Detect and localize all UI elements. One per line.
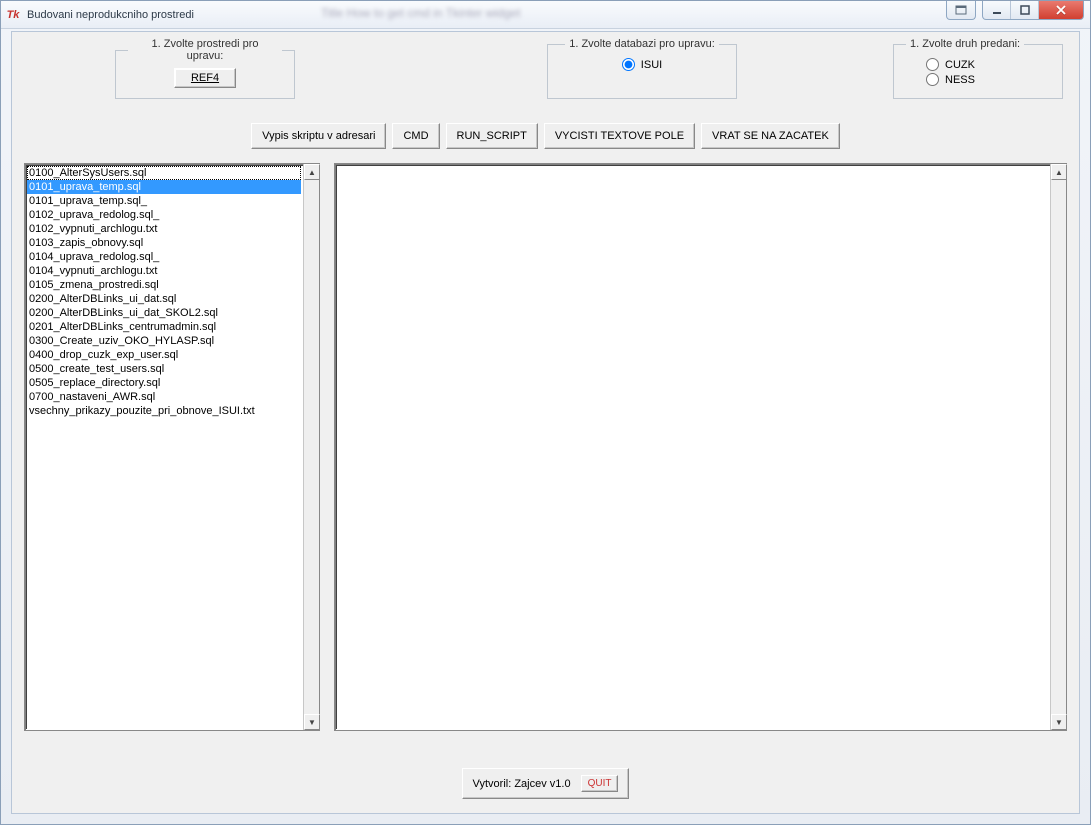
- list-item[interactable]: 0103_zapis_obnovy.sql: [27, 236, 301, 250]
- radio-isui[interactable]: [622, 58, 635, 71]
- list-item[interactable]: 0505_replace_directory.sql: [27, 376, 301, 390]
- footer: Vytvoril: Zajcev v1.0 QUIT: [12, 768, 1079, 799]
- scroll-down-icon[interactable]: ▼: [304, 714, 320, 730]
- toolbar-extra-button[interactable]: [947, 1, 975, 19]
- quit-button[interactable]: QUIT: [581, 775, 619, 792]
- main-panels: 0100_AlterSysUsers.sql0101_uprava_temp.s…: [12, 149, 1079, 739]
- list-item[interactable]: 0102_uprava_redolog.sql_: [27, 208, 301, 222]
- radio-isui-label: ISUI: [641, 59, 662, 71]
- maximize-button[interactable]: [1011, 1, 1039, 19]
- clear-text-button[interactable]: VYCISTI TEXTOVE POLE: [544, 123, 695, 149]
- top-groups-row: 1. Zvolte prostredi pro upravu: REF4 1. …: [12, 32, 1079, 99]
- ref4-button[interactable]: REF4: [174, 68, 236, 88]
- tk-icon: Tk: [5, 7, 21, 23]
- list-item[interactable]: vsechny_prikazy_pouzite_pri_obnove_ISUI.…: [27, 404, 301, 418]
- scroll-down-icon[interactable]: ▼: [1051, 714, 1067, 730]
- minimize-button[interactable]: [983, 1, 1011, 19]
- titlebar[interactable]: Tk Budovani neprodukcniho prostredi Titl…: [1, 1, 1090, 29]
- script-listbox[interactable]: 0100_AlterSysUsers.sql0101_uprava_temp.s…: [24, 163, 320, 731]
- list-item[interactable]: 0104_vypnuti_archlogu.txt: [27, 264, 301, 278]
- list-item[interactable]: 0201_AlterDBLinks_centrumadmin.sql: [27, 320, 301, 334]
- group-predani-legend: 1. Zvolte druh predani:: [906, 38, 1024, 50]
- toolbar: Vypis skriptu v adresari CMD RUN_SCRIPT …: [12, 123, 1079, 149]
- list-item[interactable]: 0101_uprava_temp.sql: [27, 180, 301, 194]
- group-database: 1. Zvolte databazi pro upravu: ISUI: [547, 38, 737, 99]
- credit-label: Vytvoril: Zajcev v1.0: [473, 778, 571, 790]
- cmd-button[interactable]: CMD: [392, 123, 439, 149]
- group-database-legend: 1. Zvolte databazi pro upravu:: [565, 38, 719, 50]
- list-item[interactable]: 0104_uprava_redolog.sql_: [27, 250, 301, 264]
- radio-cuzk-label: CUZK: [945, 59, 975, 71]
- close-button[interactable]: [1039, 1, 1083, 19]
- list-item[interactable]: 0101_uprava_temp.sql_: [27, 194, 301, 208]
- listbox-scrollbar[interactable]: ▲ ▼: [303, 164, 319, 730]
- list-item[interactable]: 0700_nastaveni_AWR.sql: [27, 390, 301, 404]
- scroll-up-icon[interactable]: ▲: [304, 164, 320, 180]
- list-item[interactable]: 0200_AlterDBLinks_ui_dat_SKOL2.sql: [27, 306, 301, 320]
- group-prostredi: 1. Zvolte prostredi pro upravu: REF4: [115, 38, 295, 99]
- run-script-button[interactable]: RUN_SCRIPT: [446, 123, 538, 149]
- radio-cuzk[interactable]: [926, 58, 939, 71]
- window-controls: [946, 1, 1090, 20]
- list-item[interactable]: 0100_AlterSysUsers.sql: [27, 166, 301, 180]
- background-window-title: Title How to get cmd in Tkinter widget: [321, 6, 520, 20]
- scroll-up-icon[interactable]: ▲: [1051, 164, 1067, 180]
- output-textbox[interactable]: ▲ ▼: [334, 163, 1067, 731]
- list-item[interactable]: 0400_drop_cuzk_exp_user.sql: [27, 348, 301, 362]
- group-prostredi-legend: 1. Zvolte prostredi pro upravu:: [128, 38, 282, 62]
- output-text: [337, 166, 1048, 728]
- radio-ness-label: NESS: [945, 74, 975, 86]
- list-item[interactable]: 0200_AlterDBLinks_ui_dat.sql: [27, 292, 301, 306]
- list-item[interactable]: 0500_create_test_users.sql: [27, 362, 301, 376]
- group-predani: 1. Zvolte druh predani: CUZK NESS: [893, 38, 1063, 99]
- client-area: 1. Zvolte prostredi pro upravu: REF4 1. …: [11, 31, 1080, 814]
- app-window: Tk Budovani neprodukcniho prostredi Titl…: [0, 0, 1091, 825]
- list-item[interactable]: 0102_vypnuti_archlogu.txt: [27, 222, 301, 236]
- vypis-button[interactable]: Vypis skriptu v adresari: [251, 123, 386, 149]
- list-item[interactable]: 0300_Create_uziv_OKO_HYLASP.sql: [27, 334, 301, 348]
- footer-box: Vytvoril: Zajcev v1.0 QUIT: [462, 768, 630, 799]
- back-to-start-button[interactable]: VRAT SE NA ZACATEK: [701, 123, 840, 149]
- radio-ness[interactable]: [926, 73, 939, 86]
- textbox-scrollbar[interactable]: ▲ ▼: [1050, 164, 1066, 730]
- window-title: Budovani neprodukcniho prostredi: [27, 9, 194, 21]
- list-item[interactable]: 0105_zmena_prostredi.sql: [27, 278, 301, 292]
